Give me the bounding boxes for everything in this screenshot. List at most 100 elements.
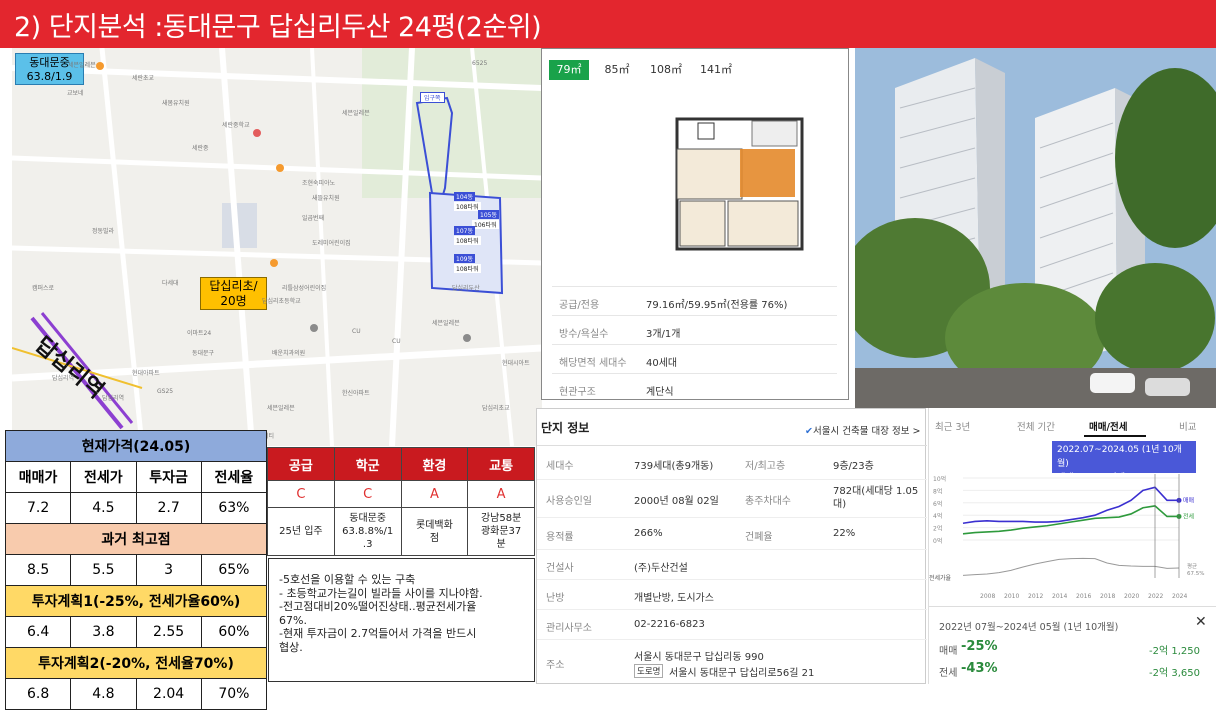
x-tick-label: 2012 <box>1028 593 1043 600</box>
place-label: 리틀삼성어린이집 <box>282 285 327 292</box>
footer-period: 2022년 07월~2024년 05월 (1년 10개월) <box>939 622 1119 633</box>
note-line: 67%. <box>279 613 307 627</box>
info-key: 용적률 <box>546 532 574 543</box>
building-registry-link[interactable]: ✔서울시 건축물 대장 정보 > <box>805 423 920 437</box>
tab-compare[interactable]: 비교 <box>1179 419 1196 433</box>
y-tick-label: 10억 <box>933 475 946 483</box>
place-label: 세븐일레븐 <box>68 62 96 69</box>
y-tick-label: 0억 <box>933 537 942 545</box>
grade-detail: 롯데백화 점 <box>400 507 469 556</box>
x-tick-label: 2008 <box>980 593 995 600</box>
info-key: 관리사무소 <box>546 623 592 634</box>
info-row: 관리사무소 02-2216-6823 <box>537 609 927 639</box>
info-key: 총주차대수 <box>745 496 791 507</box>
sale-amount: -2억 1,250 <box>1149 646 1200 657</box>
info-value: (주)두산건설 <box>634 563 688 574</box>
rent-label: 전세 <box>939 668 958 679</box>
note-line: -5호선을 이용할 수 있는 구축 <box>279 573 416 586</box>
grade-header: 공급 <box>267 447 335 481</box>
tab-recent-3y[interactable]: 최근 3년 <box>935 419 970 433</box>
column-header: 투자금 <box>135 461 202 493</box>
road-address-tag: 도로명 <box>634 664 664 678</box>
table-cell: 63% <box>200 492 268 524</box>
place-label: 캠퍼스로 <box>32 285 55 292</box>
rent-amount: -2억 3,650 <box>1149 668 1200 679</box>
series-right-label: 매매 <box>1183 496 1194 504</box>
info-key: 사용승인일 <box>546 496 592 507</box>
info-value: 22% <box>833 528 856 539</box>
place-label: 답십리두산 <box>452 285 480 292</box>
rent-pct: -43% <box>961 661 998 676</box>
plan-row: 현관구조 계단식 <box>552 373 837 402</box>
table-cell: 3 <box>135 554 202 586</box>
close-icon[interactable]: ✕ <box>1195 614 1207 630</box>
tab-85[interactable]: 85㎡ <box>597 60 637 80</box>
grade-table: 공급 학군 환경 교통 C C A A 25년 입주 동대문중 63.8.8%/… <box>267 447 535 556</box>
info-row: 건설사 (주)두산건설 <box>537 549 927 579</box>
place-label: 새봄유치원 <box>162 100 190 107</box>
row-value: 계단식 <box>646 387 674 398</box>
apartment-photo <box>855 48 1216 408</box>
x-tick-label: 2024 <box>1172 593 1187 600</box>
table-cell: 60% <box>200 616 268 648</box>
y-tick-label: 2억 <box>933 525 942 533</box>
table-cell: 2.55 <box>135 616 202 648</box>
grade-header: 교통 <box>467 447 535 481</box>
x-tick-label: 2014 <box>1052 593 1067 600</box>
y-tick-label: 4억 <box>933 512 942 520</box>
page-title: 2) 단지분석 :동대문구 답십리두산 24평(2순위) <box>14 12 542 43</box>
table-cell: 6.8 <box>4 678 72 710</box>
table-cell: 2.04 <box>135 678 202 710</box>
grade-header: 학군 <box>333 447 402 481</box>
tooltip-period: 2022.07~2024.05 (1년 10개월) <box>1057 445 1182 469</box>
section-title: 투자계획1(-25%, 전세가율60%) <box>5 585 267 617</box>
complex-info-panel: 단지 정보 ✔서울시 건축물 대장 정보 > 세대수 739세대(총9개동) 저… <box>536 408 927 685</box>
row-key: 현관구조 <box>559 387 596 398</box>
tab-79[interactable]: 79㎡ <box>549 60 589 80</box>
address-lot: 서울시 동대문구 답십리동 990 <box>634 652 764 663</box>
place-label: 세란초교 <box>132 75 155 82</box>
place-label: 한신아파트 <box>342 390 370 397</box>
x-tick-label: 2018 <box>1100 593 1115 600</box>
floorplan-drawing <box>675 117 804 251</box>
info-value: 266% <box>634 528 663 539</box>
entrance-label: 입구쪽 <box>420 92 445 103</box>
building-label: 108타워 <box>454 202 481 211</box>
place-label: 새뜰유치원 <box>312 195 340 202</box>
place-label: 세란중 <box>192 145 209 152</box>
tab-141[interactable]: 141㎡ <box>694 60 738 80</box>
place-label: 교보네 <box>67 90 84 97</box>
tab-108[interactable]: 108㎡ <box>644 60 688 80</box>
tab-sale-rent[interactable]: 매매/전세 <box>1089 419 1127 433</box>
row-value: 40세대 <box>646 358 678 369</box>
place-label: 세븐일레븐 <box>267 405 295 412</box>
grade-detail: 강남58분 광화문37 분 <box>467 507 535 556</box>
info-key: 세대수 <box>546 461 574 472</box>
note-line: -현재 투자금이 2.7억들어서 가격을 반드시 <box>279 627 477 640</box>
place-label: 배운치과의원 <box>272 350 306 357</box>
x-tick-label: 2016 <box>1076 593 1091 600</box>
row-key: 방수/욕실수 <box>559 329 609 340</box>
row-key: 공급/전용 <box>559 300 600 311</box>
building-label: 106타워 <box>472 220 499 229</box>
location-map[interactable]: 동대문중 63.8/1.9 답십리초/ 20명 답십리역 6525 입구쪽 10… <box>12 48 542 446</box>
place-label: CU <box>392 338 401 345</box>
grade-detail: 동대문중 63.8.8%/1 .3 <box>333 507 402 556</box>
sale-label: 매매 <box>939 646 958 657</box>
table-cell: 4.5 <box>70 492 137 524</box>
tab-full-period[interactable]: 전체 기간 <box>1017 419 1055 433</box>
info-row-address: 주소 서울시 동대문구 답십리동 990 도로명 서울시 동대문구 답십리로56… <box>537 639 927 685</box>
building-label: 104동 <box>454 192 475 201</box>
building-label: 108타워 <box>454 236 481 245</box>
section-title: 과거 최고점 <box>5 523 267 555</box>
sale-pct: -25% <box>961 639 998 654</box>
note-line: - 초등학교가는길이 빌라들 사이를 지나야함. <box>279 586 483 600</box>
info-value: 9층/23층 <box>833 461 874 472</box>
info-key: 건폐율 <box>745 532 773 543</box>
rate-avg-label: 평균 <box>1187 563 1197 570</box>
place-label: 정동빌라 <box>92 228 115 235</box>
info-value: 782대(세대당 1.05 대) <box>833 486 919 510</box>
info-title: 단지 정보 <box>541 421 590 435</box>
info-row: 용적률 266% 건폐율 22% <box>537 517 927 549</box>
price-table: 현재가격(24.05) 매매가 전세가 투자금 전세율 7.2 4.5 2.7 … <box>4 430 268 710</box>
